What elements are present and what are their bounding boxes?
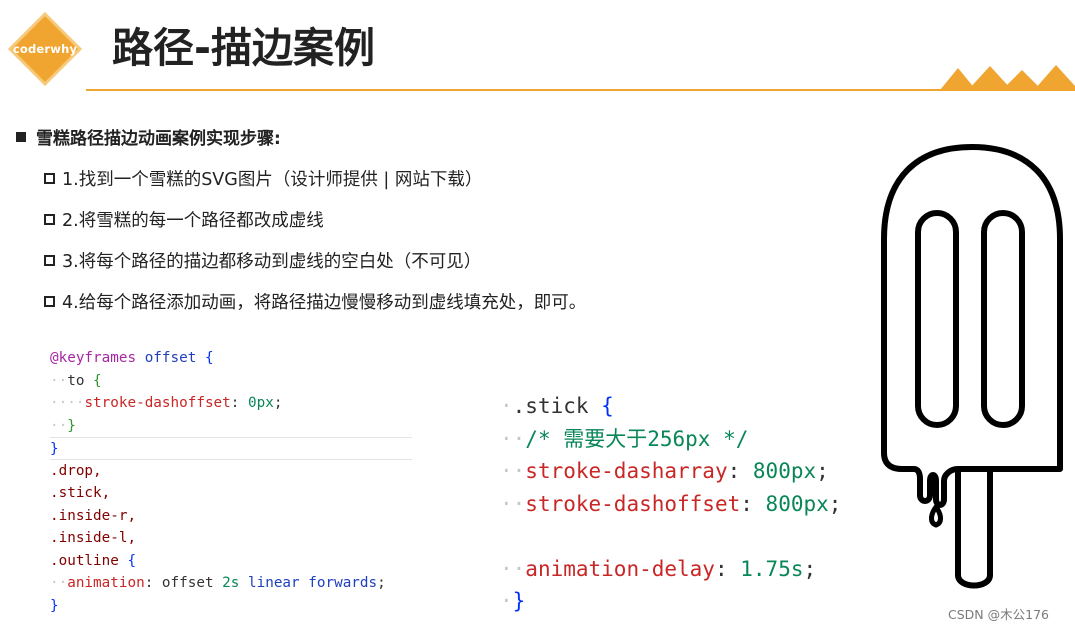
code-line: } [50,595,415,618]
code-token: } [50,441,59,457]
code-line: ····stroke-dashoffset: 0px; [50,395,283,411]
code-token: } [67,417,76,434]
code-token: stroke-dasharray [525,459,728,483]
code-line: ··to { [50,372,102,389]
code-token: 1.75s [740,556,804,581]
code-token: offset [161,575,214,591]
code-token: : [727,459,741,483]
code-token: forwards [308,575,378,591]
mountain-decoration-icon [940,65,1075,90]
step-item: 2.将雪糕的每一个路径都改成虚线 [44,207,324,232]
code-token: .inside-r, [50,507,137,524]
code-block-stick: ·.stick { ··/* 需要大于256px */ ··stroke-das… [500,390,880,618]
code-token: { [127,552,137,569]
code-token: ; [828,491,842,516]
code-token: : [230,395,240,411]
code-comment: /* 需要大于256px */ [525,426,749,451]
code-token: { [204,350,214,366]
code-token: @keyframes [50,350,137,366]
code-token: stroke-dashoffset [84,395,231,411]
step-text: 2.将雪糕的每一个路径都改成虚线 [62,211,324,231]
code-line: .inside-r, [50,505,415,528]
code-token: .drop, [50,462,102,479]
hollow-square-bullet-icon [44,255,55,266]
section-heading: 雪糕路径描边动画案例实现步骤: [16,124,281,149]
code-block-keyframes: @keyframes offset { ··to { ····stroke-da… [50,347,415,617]
code-token: 0px [247,395,274,411]
code-token: .stick, [50,485,111,501]
code-line: ·} [500,589,526,613]
code-token: animation-delay [525,556,715,581]
code-token: } [50,597,59,614]
code-token: stroke-dashoffset [525,491,741,516]
code-line: ··} [50,417,76,434]
code-token: ; [816,459,829,483]
code-token: { [93,372,102,389]
code-line: .inside-l, [50,527,415,550]
code-token: ; [803,556,817,581]
code-token: linear [248,575,300,591]
logo-text: coderwhy [12,42,78,56]
hollow-square-bullet-icon [44,296,55,307]
hollow-square-bullet-icon [44,214,55,225]
filled-square-bullet-icon [16,131,26,142]
code-token: 800px [752,459,817,483]
code-token: } [512,589,526,613]
code-token: ; [377,575,386,591]
code-line: ·.stick { [500,394,614,418]
hollow-square-bullet-icon [44,173,55,184]
step-item: 3.将每个路径的描边都移动到虚线的空白处（不可见） [44,248,481,273]
step-item: 4.给每个路径添加动画，将路径描边慢慢移动到虚线填充处，即可。 [44,289,586,314]
popsicle-illustration-icon [881,144,1063,589]
code-line: .stick, [50,482,415,505]
code-line: .drop, [50,460,415,483]
code-line-highlighted: } [50,437,412,460]
code-line: ··stroke-dashoffset: 800px; [500,491,842,516]
code-token: : [740,491,753,516]
code-token: ; [273,395,283,411]
code-token: .inside-l, [50,530,137,546]
code-token: animation [67,575,145,591]
header-divider [86,89,1075,91]
code-token: 2s [222,575,240,591]
step-item: 1.找到一个雪糕的SVG图片（设计师提供 | 网站下载） [44,166,482,191]
page-title: 路径-描边案例 [112,24,376,72]
code-token: : [714,556,728,581]
step-text: 3.将每个路径的描边都移动到虚线的空白处（不可见） [62,252,482,272]
code-line: ··animation: offset 2s linear forwards; [50,575,386,591]
code-token: offset [144,350,197,366]
code-token: .outline [50,552,119,569]
code-line: ··/* 需要大于256px */ [500,426,749,451]
code-line: ··stroke-dasharray: 800px; [500,459,829,483]
code-token: : [144,575,154,591]
step-text: 4.给每个路径添加动画，将路径描边慢慢移动到虚线填充处，即可。 [62,293,587,313]
code-token: { [601,394,614,418]
code-token: .stick [512,394,589,418]
code-line: ··animation-delay: 1.75s; [500,556,817,581]
step-text: 1.找到一个雪糕的SVG图片（设计师提供 | 网站下载） [62,170,483,190]
code-line: @keyframes offset { [50,347,415,370]
code-token: 800px [765,491,829,516]
section-heading-text: 雪糕路径描边动画案例实现步骤: [36,129,281,149]
code-line: .outline { [50,550,415,573]
watermark-text: CSDN @木公176 [948,607,1049,622]
code-token: to [67,372,85,389]
